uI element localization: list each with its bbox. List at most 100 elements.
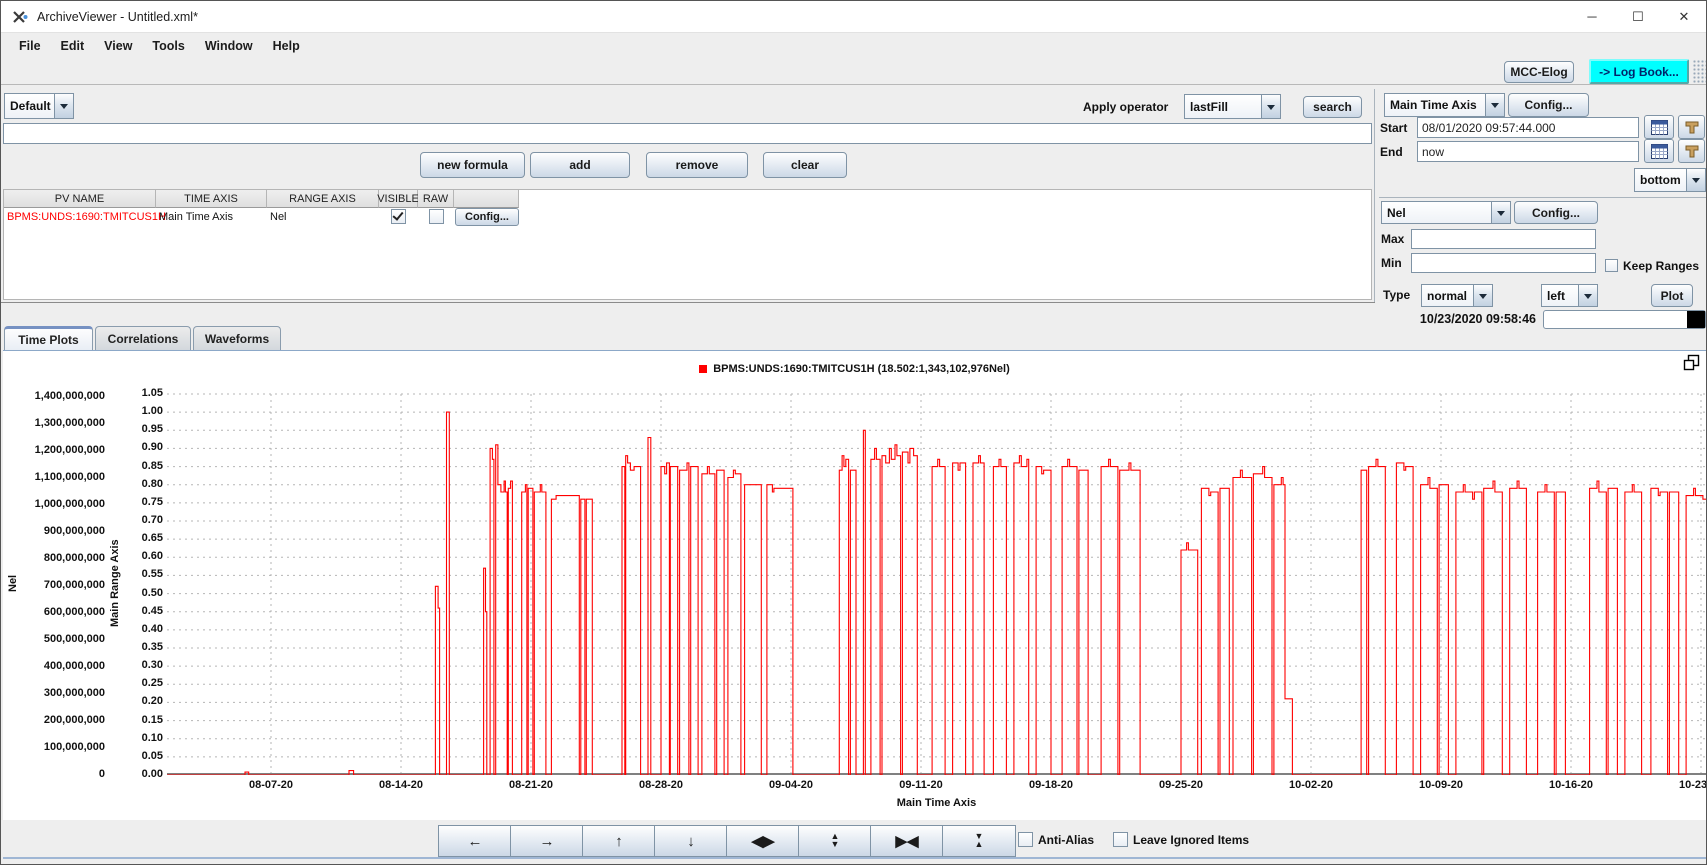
minimize-button[interactable]: ─ [1569,1,1615,32]
end-time-tool-button[interactable] [1678,139,1705,163]
zoom-in-x-button[interactable]: ▶◀ [870,825,944,857]
column-header[interactable]: VISIBLE [379,190,418,208]
chevron-down-icon[interactable] [1579,284,1598,307]
anti-alias-checkbox[interactable] [1018,832,1033,847]
menu-help[interactable]: Help [263,36,310,56]
shift-left-button[interactable]: ← [438,825,512,857]
chevron-down-icon[interactable] [1262,94,1281,119]
toolbar-grip-icon[interactable] [1693,60,1706,84]
archive-viewer-window: ArchiveViewer - Untitled.xml* ─ ☐ ✕ File… [0,0,1707,865]
range-axis-cell[interactable]: Nel [267,208,379,225]
menu-view[interactable]: View [94,36,142,56]
clear-button[interactable]: clear [763,152,847,178]
zoom-out-x-icon: ◀▶ [751,834,774,849]
column-header[interactable]: RAW [418,190,454,208]
range-axis-config-button[interactable]: Config... [1514,201,1598,224]
visible-checkbox[interactable] [391,209,406,224]
tab-correlations[interactable]: Correlations [95,326,191,350]
status-timestamp: 10/23/2020 09:58:46 [1396,312,1536,326]
pv-name-cell[interactable]: BPMS:UNDS:1690:TMITCUS1H [4,208,156,225]
plot-region[interactable] [167,392,1706,775]
min-field[interactable] [1411,253,1596,273]
end-field[interactable]: now [1417,141,1639,162]
operator-select[interactable]: lastFill [1184,94,1281,119]
menu-tools[interactable]: Tools [142,36,194,56]
zoom-out-y-icon: ▲▼ [831,833,840,848]
add-button[interactable]: add [530,152,630,178]
menu-window[interactable]: Window [195,36,263,56]
column-header[interactable] [454,190,519,208]
title-bar: ArchiveViewer - Untitled.xml* ─ ☐ ✕ [1,1,1706,33]
visible-cell [379,208,418,225]
menu-bar: File Edit View Tools Window Help [1,33,1706,59]
formula-input[interactable] [3,123,1372,144]
plot-button[interactable]: Plot [1651,284,1693,307]
column-header[interactable]: PV NAME [4,190,156,208]
progress-indicator [1687,311,1705,328]
panel-divider [1374,89,1375,302]
shift-up-button[interactable]: ↑ [582,825,656,857]
chevron-down-icon[interactable] [1486,93,1505,117]
inner-axis-tick-label: 0.60 [3,550,163,562]
time-axis-cell[interactable]: Main Time Axis [156,208,267,225]
menu-file[interactable]: File [9,36,51,56]
inner-axis-tick-label: 0.50 [3,587,163,599]
search-button[interactable]: search [1303,96,1362,118]
x-axis-tick-label: 08-21-20 [491,779,571,791]
zoom-out-x-button[interactable]: ◀▶ [726,825,800,857]
max-label: Max [1381,232,1404,246]
start-time-tool-button[interactable] [1678,115,1705,139]
inner-axis-tick-label: 0.75 [3,496,163,508]
menu-edit[interactable]: Edit [51,36,95,56]
tab-waveforms[interactable]: Waveforms [193,326,281,350]
pv-table: PV NAMETIME AXISRANGE AXISVISIBLERAW BPMS… [3,189,1372,300]
leave-ignored-checkbox[interactable] [1113,832,1128,847]
inner-axis-title: Main Range Axis [109,528,121,638]
preset-select-value: Default [4,93,55,119]
type-select[interactable]: normal [1421,284,1493,307]
remove-button[interactable]: remove [646,152,748,178]
end-calendar-button[interactable] [1644,139,1674,163]
shift-down-button[interactable]: ↓ [654,825,728,857]
zoom-out-y-button[interactable]: ▲▼ [798,825,872,857]
log-book-button[interactable]: -> Log Book... [1589,59,1689,84]
time-axis-config-button[interactable]: Config... [1508,93,1589,117]
start-field[interactable]: 08/01/2020 09:57:44.000 [1417,117,1639,138]
tab-time-plots[interactable]: Time Plots [4,326,93,350]
row-config-button[interactable]: Config... [455,208,519,226]
keep-ranges-checkbox[interactable] [1605,259,1618,272]
leave-ignored-label: Leave Ignored Items [1133,833,1249,847]
side-select[interactable]: left [1541,284,1598,307]
close-button[interactable]: ✕ [1661,1,1707,32]
new-formula-button[interactable]: new formula [420,152,525,178]
column-header[interactable]: RANGE AXIS [267,190,379,208]
x-axis-tick-label: 08-07-20 [231,779,311,791]
chevron-down-icon[interactable] [55,93,74,119]
inner-axis-tick-label: 0.55 [3,568,163,580]
raw-checkbox[interactable] [429,209,444,224]
preset-select[interactable]: Default [4,93,74,119]
column-header[interactable]: TIME AXIS [156,190,267,208]
zoom-in-y-button[interactable]: ▼▲ [942,825,1016,857]
chevron-down-icon[interactable] [1492,201,1511,224]
plot-canvas[interactable] [167,392,1706,775]
range-axis-select[interactable]: Nel [1381,201,1511,224]
clamp-icon [1684,119,1700,135]
time-axis-select[interactable]: Main Time Axis [1384,93,1505,117]
mcc-elog-button[interactable]: MCC-Elog [1504,61,1574,83]
chevron-down-icon[interactable] [1474,284,1493,307]
chevron-down-icon[interactable] [1687,168,1706,192]
max-field[interactable] [1411,229,1596,249]
range-group-divider [1379,197,1707,198]
x-axis-tick-label: 08-14-20 [361,779,441,791]
inner-axis-tick-label: 0.10 [3,732,163,744]
progress-bar [1543,310,1706,329]
detach-window-icon[interactable] [1683,354,1700,376]
axis-position-select[interactable]: bottom [1634,168,1706,192]
inner-axis-tick-label: 0.20 [3,695,163,707]
type-label: Type [1383,288,1410,302]
maximize-button[interactable]: ☐ [1615,1,1661,32]
start-calendar-button[interactable] [1644,115,1674,139]
app-icon [11,8,29,31]
shift-right-button[interactable]: → [510,825,584,857]
